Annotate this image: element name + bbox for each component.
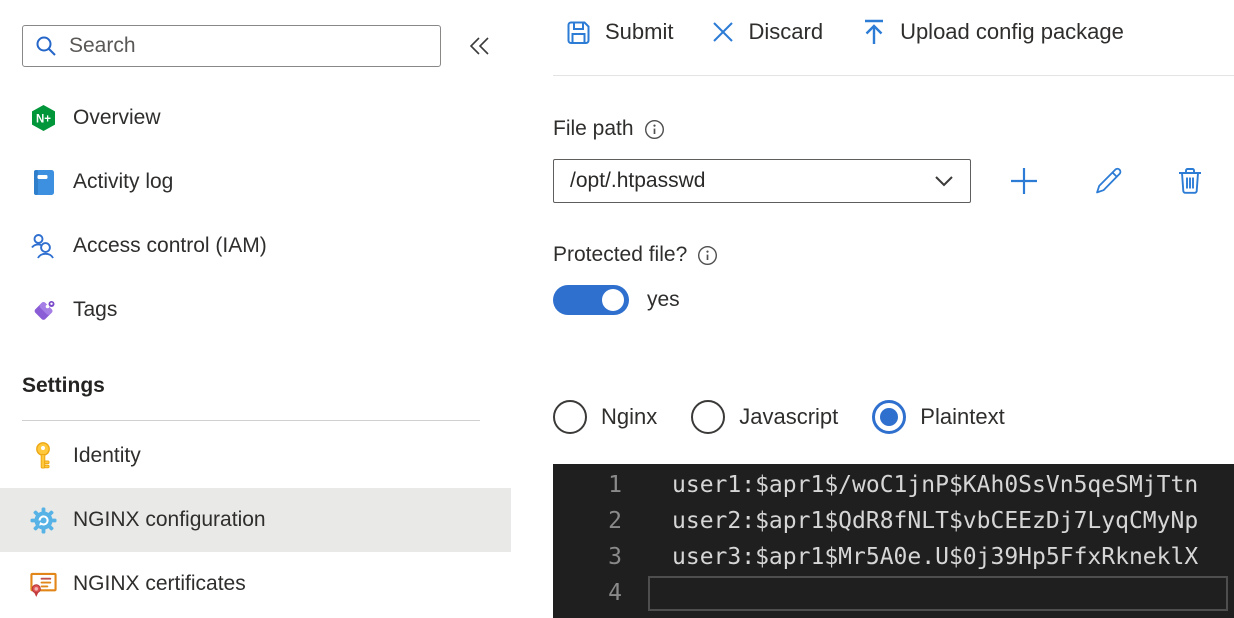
- people-icon: [30, 232, 57, 260]
- config-file-editor[interactable]: 1 user1:$apr1$/woC1jnP$KAh0SsVn5qeSMjTtn…: [553, 464, 1234, 618]
- toggle-knob: [602, 289, 624, 311]
- upload-icon: [861, 18, 887, 46]
- search-icon: [35, 35, 57, 57]
- protected-file-label-row: Protected file?: [553, 243, 718, 267]
- line-text[interactable]: user1:$apr1$/woC1jnP$KAh0SsVn5qeSMjTtn: [672, 472, 1198, 498]
- sidebar-item-tags[interactable]: Tags: [0, 278, 511, 342]
- sidebar-nav: N+ Overview Activity log Access control …: [0, 86, 511, 342]
- editor-line-active[interactable]: 4: [553, 575, 1234, 611]
- radio-icon: [872, 400, 907, 434]
- sidebar-item-label: Identity: [73, 444, 141, 467]
- upload-config-package-button[interactable]: Upload config package: [861, 18, 1124, 46]
- submit-label: Submit: [605, 19, 674, 44]
- sidebar-item-label: NGINX configuration: [73, 508, 266, 531]
- file-path-value: /opt/.htpasswd: [570, 169, 706, 192]
- upload-label: Upload config package: [900, 19, 1124, 44]
- add-file-button[interactable]: [1005, 162, 1043, 200]
- radio-label: Nginx: [601, 404, 658, 429]
- line-number: 2: [608, 508, 622, 534]
- radio-option-nginx[interactable]: Nginx: [553, 400, 657, 434]
- sidebar-item-label: NGINX certificates: [73, 572, 246, 595]
- sidebar-item-identity[interactable]: Identity: [0, 424, 511, 488]
- command-bar: Submit Discard Upload config package: [565, 18, 1124, 46]
- search-input[interactable]: [69, 34, 428, 58]
- editor-line[interactable]: 2 user2:$apr1$QdR8fNLT$vbCEEzDj7LyqCMyNp: [553, 503, 1234, 539]
- submit-button[interactable]: Submit: [565, 19, 673, 46]
- editor-line[interactable]: 1 user1:$apr1$/woC1jnP$KAh0SsVn5qeSMjTtn: [553, 467, 1234, 503]
- sidebar-item-label: Activity log: [73, 170, 174, 193]
- file-path-label: File path: [553, 117, 634, 140]
- sidebar-item-label: Overview: [73, 106, 161, 129]
- radio-icon: [553, 400, 587, 434]
- collapse-sidebar-button[interactable]: [464, 31, 496, 61]
- protected-file-label: Protected file?: [553, 243, 688, 266]
- sidebar-item-label: Access control (IAM): [73, 234, 267, 257]
- protected-file-value: yes: [647, 288, 680, 311]
- plus-icon: [1008, 165, 1040, 197]
- discard-button[interactable]: Discard: [711, 19, 823, 45]
- azure-nginx-configuration-page: { "sidebar": { "search_placeholder": "Se…: [0, 0, 1234, 618]
- trash-icon: [1176, 166, 1204, 196]
- toolbar-divider: [553, 75, 1234, 76]
- line-text[interactable]: user2:$apr1$QdR8fNLT$vbCEEzDj7LyqCMyNp: [672, 508, 1198, 534]
- settings-list: Identity NGINX configuration NGINX certi…: [0, 424, 511, 616]
- sidebar-item-access-control[interactable]: Access control (IAM): [0, 214, 511, 278]
- certificate-icon: [30, 570, 57, 598]
- sidebar-item-nginx-certificates[interactable]: NGINX certificates: [0, 552, 511, 616]
- settings-section-header: Settings: [22, 374, 105, 397]
- tag-icon: [30, 296, 57, 324]
- radio-option-javascript[interactable]: Javascript: [691, 400, 838, 434]
- line-number: 3: [608, 544, 622, 570]
- info-icon[interactable]: [644, 119, 665, 140]
- radio-icon: [691, 400, 726, 434]
- gear-sync-icon: [30, 506, 57, 534]
- line-number: 4: [608, 580, 622, 606]
- protected-file-toggle[interactable]: [553, 285, 629, 315]
- sidebar-item-activity-log[interactable]: Activity log: [0, 150, 511, 214]
- svg-text:N+: N+: [36, 114, 51, 126]
- syntax-radio-group: Nginx Javascript Plaintext: [553, 400, 1005, 434]
- pencil-icon: [1093, 166, 1123, 196]
- radio-label: Javascript: [739, 404, 839, 429]
- line-text[interactable]: user3:$apr1$Mr5A0e.U$0j39Hp5FfxRkneklX: [672, 544, 1198, 570]
- sidebar-item-overview[interactable]: N+ Overview: [0, 86, 511, 150]
- save-icon: [565, 19, 592, 46]
- chevron-down-icon: [934, 175, 954, 187]
- key-icon: [30, 442, 57, 470]
- info-icon[interactable]: [697, 245, 718, 266]
- sidebar-item-label: Tags: [73, 298, 118, 321]
- line-number: 1: [608, 472, 622, 498]
- resource-sidebar: N+ Overview Activity log: [0, 0, 511, 618]
- discard-label: Discard: [748, 19, 824, 44]
- sidebar-search-box[interactable]: [22, 25, 441, 67]
- file-path-dropdown[interactable]: /opt/.htpasswd: [553, 159, 971, 203]
- activity-log-book-icon: [30, 168, 57, 196]
- close-icon: [711, 20, 735, 44]
- current-line-highlight: [648, 576, 1228, 611]
- file-path-label-row: File path: [553, 117, 665, 141]
- radio-option-plaintext[interactable]: Plaintext: [872, 400, 1005, 434]
- delete-file-button[interactable]: [1171, 162, 1209, 200]
- radio-label: Plaintext: [920, 404, 1005, 429]
- sidebar-item-nginx-configuration[interactable]: NGINX configuration: [0, 488, 511, 552]
- editor-line[interactable]: 3 user3:$apr1$Mr5A0e.U$0j39Hp5FfxRkneklX: [553, 539, 1234, 575]
- settings-divider: [22, 420, 480, 421]
- nginx-configuration-panel: Submit Discard Upload config package Fil…: [553, 0, 1234, 618]
- nginx-plus-badge-icon: N+: [30, 104, 57, 132]
- edit-file-button[interactable]: [1089, 162, 1127, 200]
